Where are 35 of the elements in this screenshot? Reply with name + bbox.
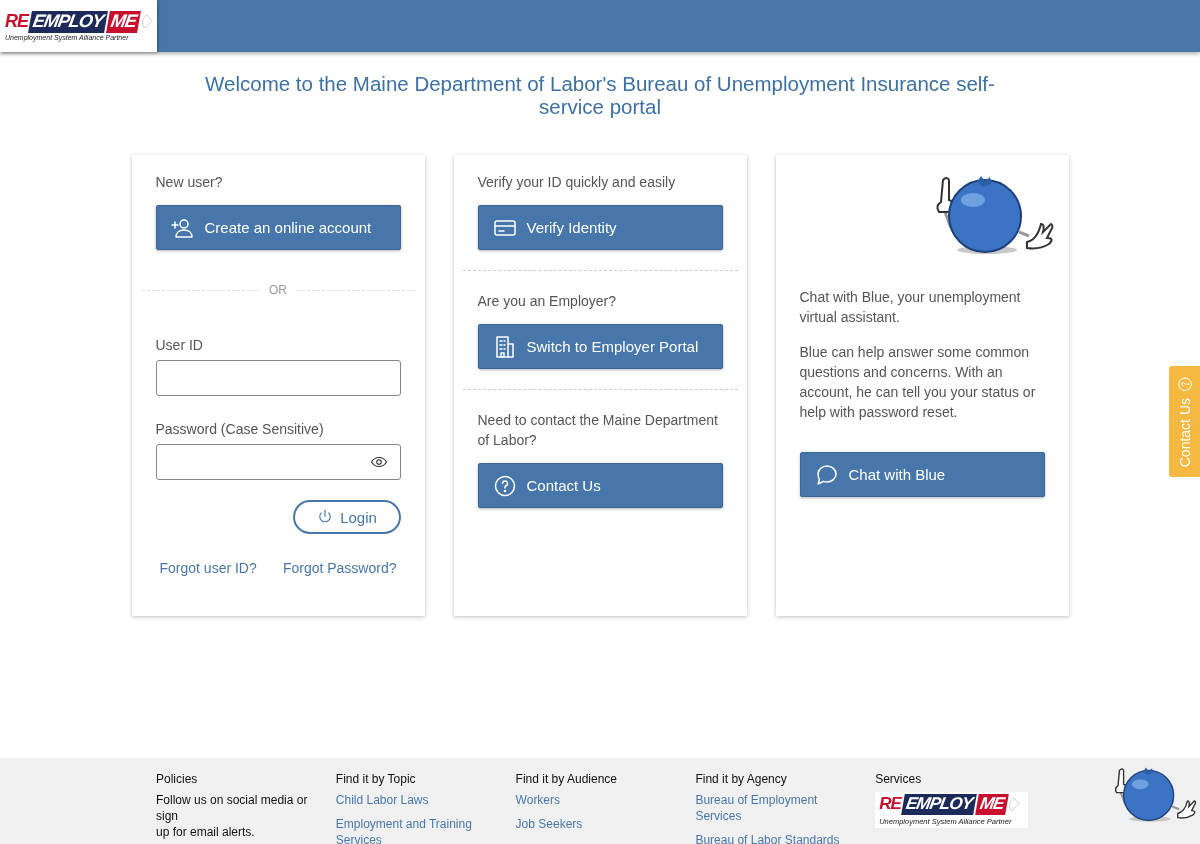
footer-link[interactable]: Bureau of Employment Services xyxy=(695,792,856,824)
field-label: User ID xyxy=(155,337,204,353)
section-prompt: Verify your ID quickly and easily xyxy=(477,173,677,192)
user-id-field[interactable] xyxy=(155,360,401,396)
field-label: Password (Case Sensitive) xyxy=(155,421,325,437)
new-user-label: New user? xyxy=(155,173,224,192)
chat-description: Blue can help answer some common questions and concerns. With an account, he can tell you your status or help with password reset. xyxy=(799,343,1037,422)
verify-identity-button[interactable]: Verify Identity xyxy=(477,205,723,250)
section-prompt: Need to contact the Maine Department of Labor? xyxy=(477,411,719,450)
chat-description: Chat with Blue, your unemployment virtual assistant. xyxy=(799,288,1022,327)
forgot-link[interactable]: Forgot user ID? xyxy=(159,560,257,576)
password-field[interactable] xyxy=(155,444,401,480)
contact-us-button[interactable]: Contact Us xyxy=(477,463,723,508)
or-divider-label: OR xyxy=(259,283,297,297)
forgot-link[interactable]: Forgot Password? xyxy=(282,560,397,576)
footer-link[interactable]: Job Seekers xyxy=(515,816,676,832)
footer-heading: Find it by Agency xyxy=(695,772,788,786)
footer-heading: Policies xyxy=(156,772,199,786)
footer-link[interactable]: Bureau of Labor Standards xyxy=(695,832,856,844)
login-button[interactable]: Login xyxy=(292,500,401,534)
footer-link[interactable]: Employment and Training Services xyxy=(335,816,496,844)
create-account-button[interactable]: Create an online account xyxy=(155,205,401,250)
section-prompt: Are you an Employer? xyxy=(477,292,618,311)
footer-heading: Find it by Topic xyxy=(335,772,417,786)
employer-portal-button[interactable]: Switch to Employer Portal xyxy=(477,324,723,369)
help-icon xyxy=(492,473,517,498)
footer-heading: Find it by Audience xyxy=(515,772,618,786)
footer-heading: Services xyxy=(875,772,923,786)
chat-button[interactable]: Chat with Blue xyxy=(799,452,1045,498)
footer-link[interactable]: Child Labor Laws xyxy=(335,792,496,808)
help-icon xyxy=(1176,375,1193,392)
footer-link[interactable]: Workers xyxy=(515,792,676,808)
speech-bubble-icon xyxy=(814,462,839,487)
footer-text: Follow us on social media or sign up for email alerts. xyxy=(156,792,309,840)
welcome-title: Welcome to the Maine Department of Labor's Bureau of Unemployment Insurance self-service portal xyxy=(205,72,995,118)
